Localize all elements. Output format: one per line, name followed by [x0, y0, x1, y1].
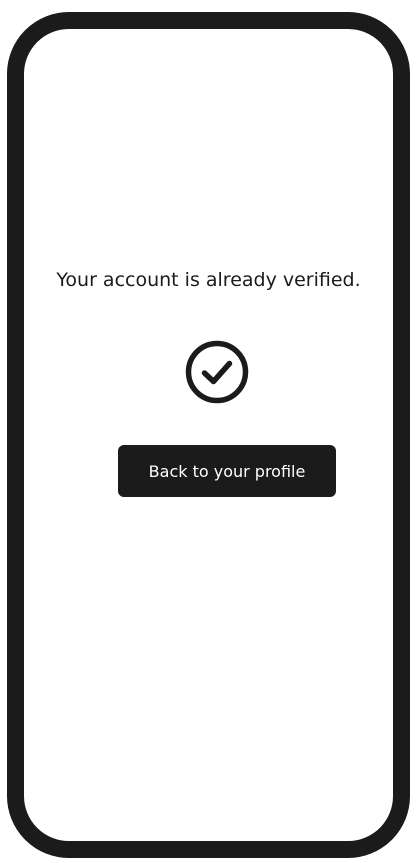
back-to-profile-button[interactable]: Back to your profile — [118, 445, 336, 497]
phone-frame: Your account is already verified. Back t… — [7, 12, 410, 858]
check-circle-icon — [185, 340, 249, 404]
verification-message: Your account is already verified. — [56, 269, 361, 291]
screen: Your account is already verified. Back t… — [24, 29, 393, 841]
